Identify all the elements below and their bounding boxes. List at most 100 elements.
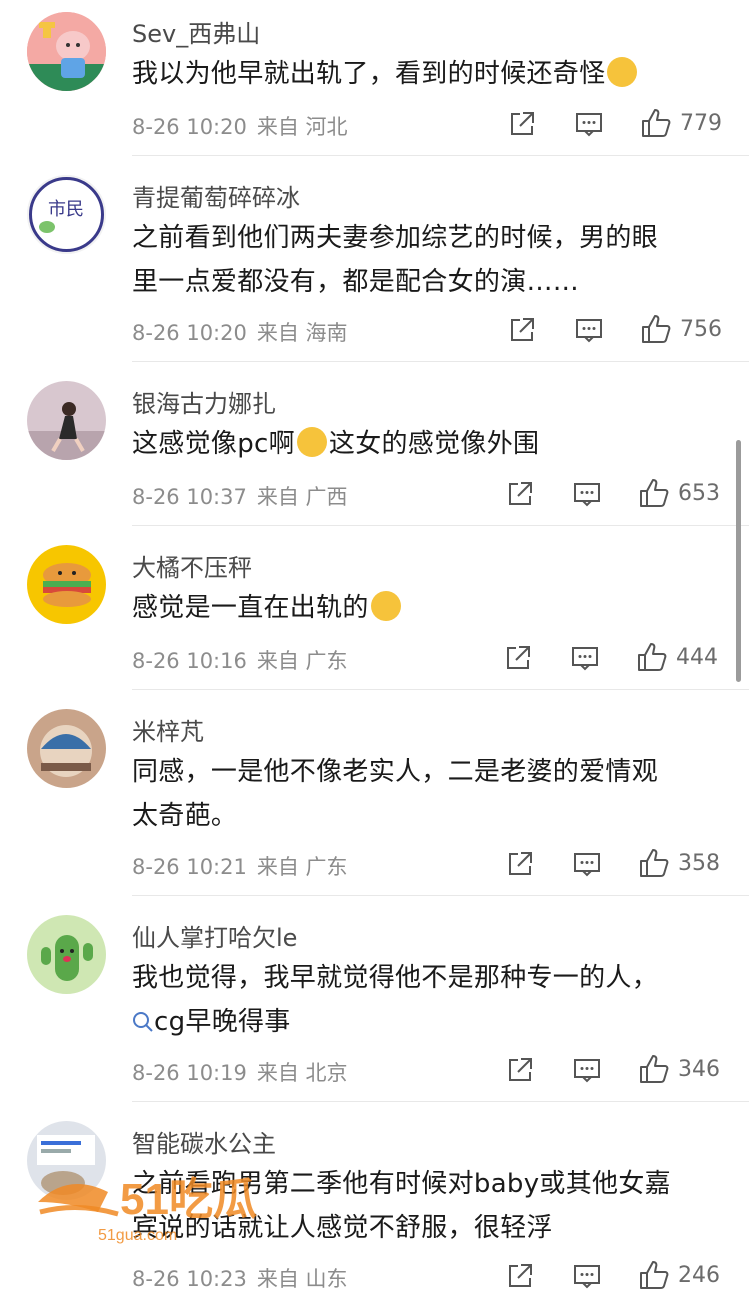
like-count: 756 [680, 316, 722, 342]
search-icon [133, 1012, 153, 1032]
comment-username[interactable]: 智能碳水公主 [132, 1124, 276, 1159]
comment-username[interactable]: 米梓芃 [132, 712, 204, 747]
avatar[interactable] [27, 12, 106, 91]
comment-reply-button[interactable] [575, 316, 603, 344]
share-button[interactable] [506, 1262, 534, 1290]
comment-meta: 8-26 10:37 来自 广西 [132, 481, 358, 511]
share-button[interactable] [506, 850, 534, 878]
comment-icon [572, 647, 598, 671]
comment-date: 8-26 10:19 [132, 1061, 247, 1085]
comment-meta: 8-26 10:20 来自 河北 [132, 111, 358, 141]
avatar[interactable] [27, 381, 106, 460]
thumbs-up-icon [642, 315, 671, 343]
crying-laughing-emoji-icon [370, 591, 401, 621]
comment-meta: 8-26 10:20 来自 海南 [132, 317, 358, 347]
comment-text: 同感，一是他不像老实人，二是老婆的爱情观 太奇葩。 [132, 757, 659, 831]
like-count: 444 [676, 644, 718, 670]
thumbs-up-icon [638, 643, 667, 671]
comment-location: 来自 广西 [256, 485, 348, 509]
like-button[interactable]: 358 [638, 847, 720, 879]
avatar[interactable]: 市民 [27, 175, 106, 254]
share-icon [509, 1264, 532, 1287]
comment-location: 来自 广东 [256, 649, 348, 673]
comment-reply-button[interactable] [575, 110, 603, 138]
comment-location: 来自 北京 [256, 1061, 348, 1085]
comment-text: 这感觉像pc啊 这女的感觉像外围 [132, 427, 540, 459]
comment-date: 8-26 10:23 [132, 1267, 247, 1291]
share-button[interactable] [508, 110, 536, 138]
divider [132, 1101, 749, 1102]
like-count: 246 [678, 1262, 720, 1288]
comment-meta: 8-26 10:23 来自 山东 [132, 1263, 358, 1293]
comment-icon [574, 853, 600, 877]
share-button[interactable] [506, 1056, 534, 1084]
like-count: 358 [678, 850, 720, 876]
comment-date: 8-26 10:16 [132, 649, 247, 673]
avatar[interactable] [27, 1121, 106, 1200]
like-button[interactable]: 779 [640, 107, 722, 139]
comment-location: 来自 河北 [256, 115, 348, 139]
thumbs-up-icon [642, 109, 671, 137]
comment-text: 我以为他早就出轨了，看到的时候还奇怪 [132, 52, 722, 96]
comment-icon [576, 113, 602, 137]
comment-date: 8-26 10:20 [132, 321, 247, 345]
share-icon [509, 1058, 532, 1081]
comment-meta: 8-26 10:16 来自 广东 [132, 645, 358, 675]
thumbs-up-icon [640, 1261, 669, 1289]
comment-text: 之前看到他们两夫妻参加综艺的时候，男的眼 里一点爱都没有，都是配合女的演…… [132, 223, 659, 297]
share-icon [509, 482, 532, 505]
comment-date: 8-26 10:21 [132, 855, 247, 879]
comment-reply-button[interactable] [571, 644, 599, 672]
divider [132, 155, 749, 156]
share-icon [507, 646, 530, 669]
share-button[interactable] [508, 316, 536, 344]
comment-reply-button[interactable] [573, 480, 601, 508]
comment-text: 感觉是一直在出轨的 [132, 586, 722, 630]
divider [132, 525, 749, 526]
svg-text:市民: 市民 [48, 199, 84, 220]
comment-username[interactable]: 大橘不压秤 [132, 548, 252, 583]
like-count: 346 [678, 1056, 720, 1082]
comment-username[interactable]: Sev_西弗山 [132, 14, 260, 49]
comment-meta: 8-26 10:21 来自 广东 [132, 851, 358, 881]
comment-icon [576, 319, 602, 343]
scrollbar-thumb[interactable] [736, 440, 741, 682]
search-topic-link[interactable]: cg早晚得事 [132, 1007, 291, 1037]
share-icon [509, 852, 532, 875]
comment-username[interactable]: 银海古力娜扎 [132, 384, 276, 419]
comment-location: 来自 广东 [256, 855, 348, 879]
thumbs-up-icon [640, 479, 669, 507]
divider [132, 895, 749, 896]
like-button[interactable]: 756 [640, 313, 722, 345]
comment-reply-button[interactable] [573, 1056, 601, 1084]
divider [132, 689, 749, 690]
comment-text: 之前看跑男第二季他有时候对baby或其他女嘉 宾说的话就让人感觉不舒服，很轻浮 [132, 1169, 671, 1243]
comment-icon [574, 1059, 600, 1083]
comment-reply-button[interactable] [573, 850, 601, 878]
comment-date: 8-26 10:20 [132, 115, 247, 139]
like-button[interactable]: 246 [638, 1259, 720, 1291]
laughing-emoji-icon [296, 427, 327, 457]
avatar[interactable] [27, 915, 106, 994]
avatar[interactable] [27, 709, 106, 788]
share-icon [511, 112, 534, 135]
comment-text: 我也觉得，我早就觉得他不是那种专一的人， cg早晚得事 [132, 963, 659, 1037]
comment-date: 8-26 10:37 [132, 485, 247, 509]
comment-username[interactable]: 青提葡萄碎碎冰 [132, 178, 300, 213]
comment-meta: 8-26 10:19 来自 北京 [132, 1057, 358, 1087]
like-button[interactable]: 653 [638, 477, 720, 509]
comment-location: 来自 海南 [256, 321, 348, 345]
like-button[interactable]: 346 [638, 1053, 720, 1085]
comment-username[interactable]: 仙人掌打哈欠le [132, 918, 297, 953]
share-button[interactable] [506, 480, 534, 508]
like-count: 779 [680, 110, 722, 136]
avatar[interactable] [27, 545, 106, 624]
like-count: 653 [678, 480, 720, 506]
thinking-emoji-icon [607, 57, 638, 87]
like-button[interactable]: 444 [636, 641, 718, 673]
comment-location: 来自 山东 [256, 1267, 348, 1291]
comment-icon [574, 483, 600, 507]
divider [132, 361, 749, 362]
comment-reply-button[interactable] [573, 1262, 601, 1290]
share-button[interactable] [504, 644, 532, 672]
